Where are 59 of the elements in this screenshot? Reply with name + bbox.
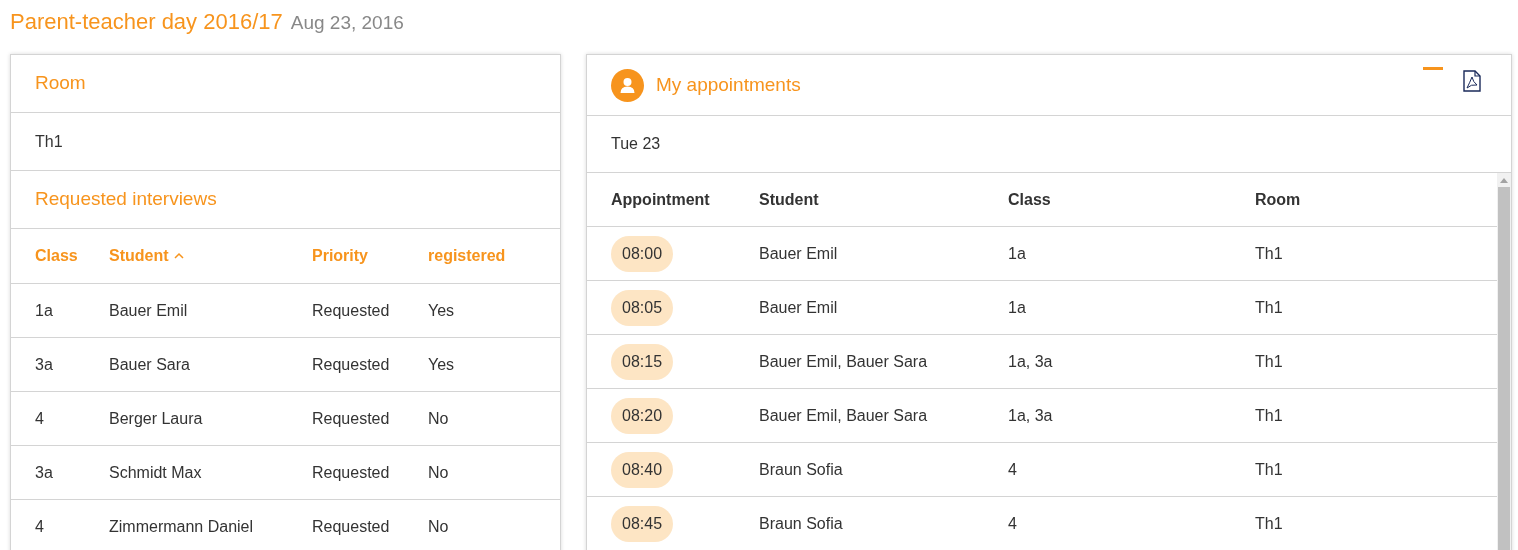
column-header[interactable]: Student <box>759 187 819 212</box>
time-badge: 08:40 <box>611 451 674 488</box>
page-title: Parent-teacher day 2016/17 <box>10 8 283 36</box>
table-cell-text: Th1 <box>1255 459 1283 480</box>
scrollbar[interactable] <box>1497 173 1511 550</box>
table-cell-text: Bauer Emil, Bauer Sara <box>759 405 928 426</box>
column-header[interactable]: Class <box>1008 187 1051 212</box>
table-cell-text: No <box>428 408 449 429</box>
table-cell-text: Yes <box>428 354 455 375</box>
section-title: My appointments <box>656 72 801 97</box>
time-badge: 08:00 <box>611 235 674 272</box>
table-cell-text: 1a <box>35 300 53 321</box>
table-cell-text: Requested <box>312 354 390 375</box>
table-cell-text: Requested <box>312 300 390 321</box>
table-cell-text: Requested <box>312 516 390 537</box>
table-cell-text: Requested <box>312 408 390 429</box>
time-badge: 08:45 <box>611 505 674 542</box>
section-title: Requested interviews <box>35 187 217 212</box>
room-value: Th1 <box>35 131 63 152</box>
table-cell-text: 4 <box>35 408 44 429</box>
table-cell-text: Th1 <box>1255 297 1283 318</box>
table-cell-text: 1a <box>1008 243 1026 264</box>
table-cell-text: Berger Laura <box>109 408 203 429</box>
table-cell-text: Bauer Emil <box>109 300 188 321</box>
table-cell-text: No <box>428 462 449 483</box>
table-cell-text: 1a, 3a <box>1008 351 1053 372</box>
table-cell-text: 4 <box>1008 513 1017 534</box>
pdf-icon[interactable] <box>1463 70 1481 92</box>
time-badge: 08:15 <box>611 343 674 380</box>
table-cell-text: Braun Sofia <box>759 459 843 480</box>
column-header[interactable]: Room <box>1255 187 1301 212</box>
person-icon <box>611 68 644 102</box>
table-cell-text: Bauer Emil <box>759 297 838 318</box>
table-cell-text: Bauer Emil, Bauer Sara <box>759 351 928 372</box>
table-cell-text: Th1 <box>1255 405 1283 426</box>
table-cell-text: 3a <box>35 354 53 375</box>
table-cell-text: Th1 <box>1255 513 1283 534</box>
table-cell-text: Yes <box>428 300 455 321</box>
table-cell-text: Schmidt Max <box>109 462 202 483</box>
table-cell-text: Th1 <box>1255 351 1283 372</box>
table-cell-text: Bauer Sara <box>109 354 190 375</box>
page-date: Aug 23, 2016 <box>290 11 404 35</box>
column-header[interactable]: Appointment <box>611 187 710 212</box>
section-title: Room <box>35 71 86 96</box>
table-cell-text: No <box>428 516 449 537</box>
table-cell-text: Requested <box>312 462 390 483</box>
table-cell-text: Zimmermann Daniel <box>109 516 254 537</box>
table-cell-text: Th1 <box>1255 243 1283 264</box>
table-cell-text: 3a <box>35 462 53 483</box>
table-cell-text: Bauer Emil <box>759 243 838 264</box>
time-badge: 08:20 <box>611 397 674 434</box>
day-label: Tue 23 <box>611 134 661 154</box>
table-cell-text: 1a <box>1008 297 1026 318</box>
table-cell-text: Braun Sofia <box>759 513 843 534</box>
table-cell-text: 1a, 3a <box>1008 405 1053 426</box>
table-cell-text: 4 <box>1008 459 1017 480</box>
table-cell-text: 4 <box>35 516 44 537</box>
scroll-up-icon[interactable] <box>1500 177 1508 183</box>
time-badge: 08:05 <box>611 289 674 326</box>
